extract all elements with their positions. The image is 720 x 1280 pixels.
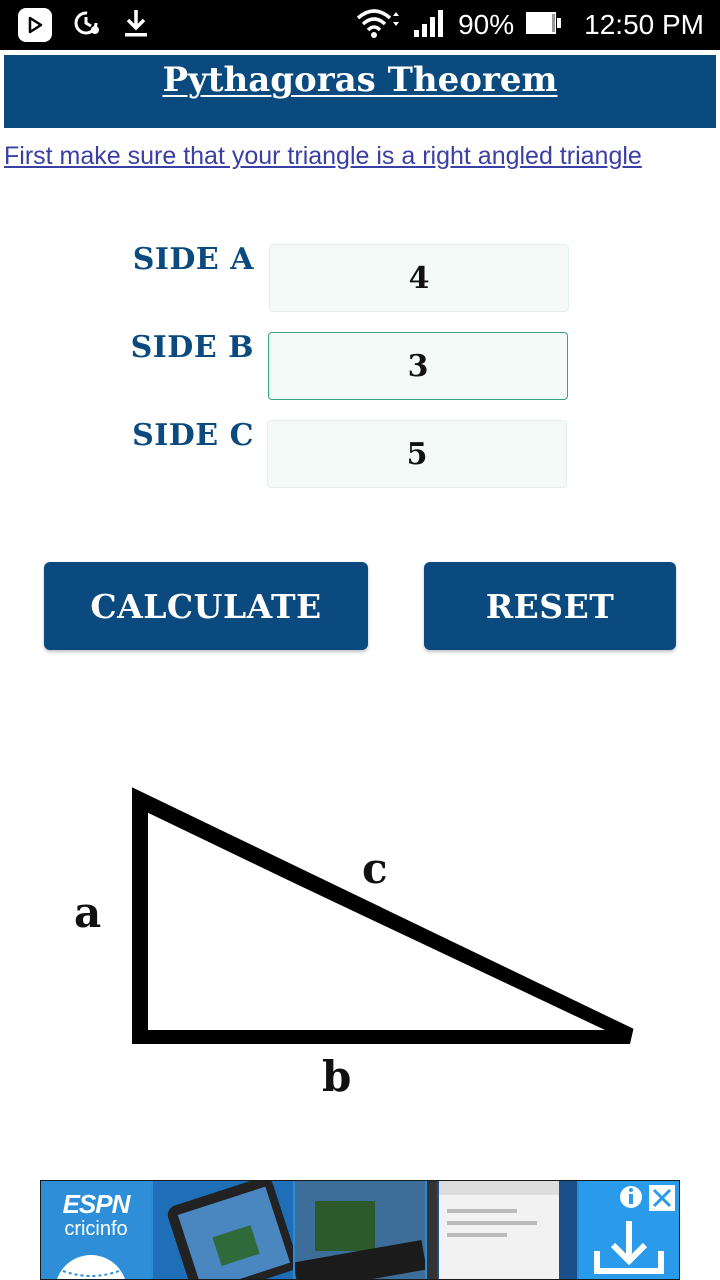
triangle-shape — [132, 787, 634, 1044]
side-b-label: SIDE B — [130, 330, 254, 365]
ad-download-panel[interactable] — [579, 1181, 679, 1279]
clock: 12:50 PM — [584, 9, 704, 40]
download-icon — [122, 8, 150, 43]
status-bar: 90% 12:50 PM — [0, 0, 720, 50]
ad-screenshot-2 — [293, 1181, 427, 1279]
signal-icon — [412, 8, 448, 43]
calculate-button[interactable]: CALCULATE — [44, 562, 368, 650]
right-triangle-info-link[interactable]: First make sure that your triangle is a … — [4, 138, 720, 174]
app-header: Pythagoras Theorem — [4, 55, 716, 128]
battery-percent: 90% — [458, 9, 515, 40]
page-title: Pythagoras Theorem — [162, 60, 558, 100]
ad-screenshot-1 — [153, 1181, 298, 1279]
battery-icon — [524, 9, 564, 42]
ad-screenshot-3 — [427, 1181, 577, 1279]
wifi-icon — [354, 6, 402, 45]
sync-icon — [72, 8, 102, 43]
ad-brand-line2: cricinfo — [64, 1218, 128, 1240]
espn-cricinfo-logo: ESPN cricinfo — [41, 1181, 151, 1279]
side-c-input[interactable] — [267, 420, 567, 488]
right-triangle-diagram: a b c — [60, 780, 660, 1120]
download-arrow-icon — [594, 1221, 664, 1274]
side-a-label: SIDE A — [132, 242, 254, 277]
cricket-ball-icon — [57, 1255, 125, 1279]
side-a-diagram-label: a — [74, 888, 102, 937]
ad-banner[interactable]: ESPN cricinfo — [40, 1180, 680, 1280]
reset-button[interactable]: RESET — [424, 562, 676, 650]
close-icon — [649, 1185, 675, 1211]
side-c-label: SIDE C — [132, 418, 254, 453]
side-b-input[interactable] — [268, 332, 568, 400]
side-a-input[interactable] — [269, 244, 569, 312]
side-b-diagram-label: b — [322, 1052, 352, 1101]
side-c-diagram-label: c — [362, 844, 388, 893]
play-store-icon — [18, 8, 52, 42]
ad-brand-line1: ESPN — [62, 1189, 131, 1219]
info-icon — [620, 1186, 642, 1208]
